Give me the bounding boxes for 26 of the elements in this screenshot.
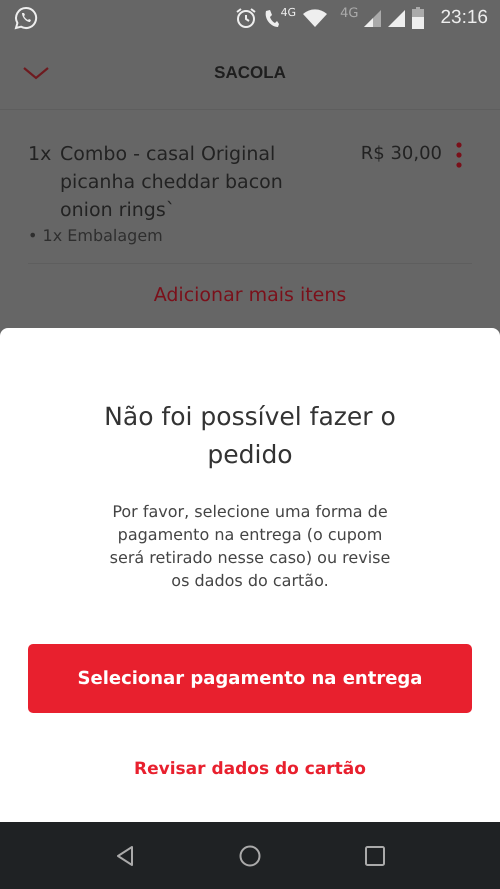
phone-icon — [262, 7, 279, 29]
chevron-down-icon — [22, 64, 50, 80]
dialog-title: Não foi possível fazer o pedido — [103, 401, 397, 471]
signal-icon — [364, 9, 382, 27]
more-vertical-icon — [456, 142, 462, 168]
more-options-button[interactable] — [456, 142, 462, 168]
select-payment-button[interactable]: Selecionar pagamento na entrega — [28, 644, 472, 713]
home-icon — [239, 844, 261, 866]
review-card-button[interactable]: Revisar dados do cartão — [126, 755, 374, 783]
item-extra: • 1x Embalagem — [28, 226, 164, 245]
collapse-button[interactable] — [22, 64, 50, 80]
battery-icon — [412, 7, 424, 29]
alarm-clock-icon — [234, 7, 257, 29]
dialog-message: Por favor, selecione uma forma de pagamento na entrega (o cupom será retirado nesse caso) ou revise os dados do cartão. — [108, 501, 392, 592]
item-price: R$ 30,00 — [360, 142, 442, 166]
signal-icon — [388, 9, 406, 27]
item-name: Combo - casal Original picanha cheddar bacon onion rings` — [60, 142, 284, 223]
wifi-icon — [302, 8, 328, 28]
item-quantity: 1x — [28, 142, 52, 167]
network-label: 4G — [280, 6, 296, 19]
back-icon — [115, 844, 135, 866]
clock-time: 23:16 — [440, 7, 488, 29]
network-label: 4G — [340, 6, 358, 21]
recents-icon — [365, 846, 385, 866]
chat-bubble-icon — [14, 6, 38, 30]
page-title: SACOLA — [213, 62, 287, 82]
